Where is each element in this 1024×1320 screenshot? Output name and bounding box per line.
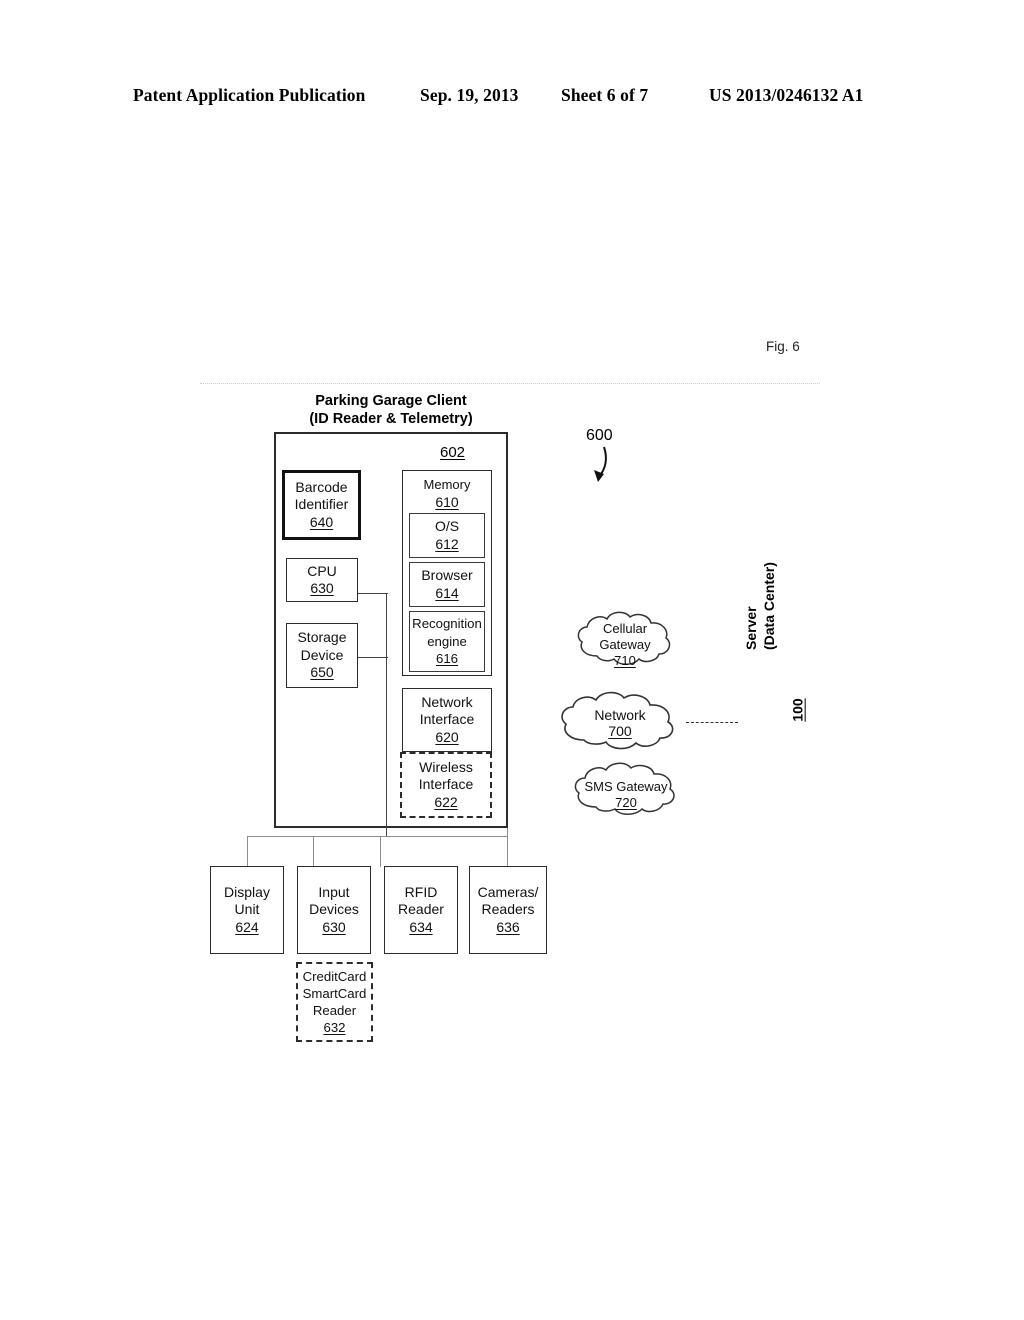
cameras-line2: Readers — [481, 901, 535, 918]
storage-line1: Storage — [297, 629, 347, 646]
cameras-ref: 636 — [496, 918, 520, 935]
display-line2: Unit — [234, 901, 260, 918]
connector-storage-to-bus — [356, 657, 388, 659]
server-line2: (Data Center) — [761, 562, 777, 650]
rfid-line1: RFID — [404, 883, 438, 900]
cloud-sms-gateway: SMS Gateway 720 — [570, 762, 682, 820]
wifi-line2: Interface — [418, 776, 474, 793]
os-line1: O/S — [434, 518, 460, 534]
block-storage-device: Storage Device 650 — [286, 623, 358, 688]
cellular-line1: Cellular — [602, 621, 648, 636]
browser-line1: Browser — [421, 567, 473, 583]
block-network-interface: Network Interface 620 — [402, 688, 492, 752]
input-line2: Devices — [309, 901, 359, 918]
server-line1: Server — [743, 606, 759, 650]
cloud-cellular-gateway: Cellular Gateway 710 — [573, 610, 677, 670]
cardreader-line2: SmartCard — [302, 986, 367, 1001]
recognition-ref: 616 — [435, 651, 458, 667]
recognition-line2: engine — [427, 633, 467, 649]
input-ref: 630 — [322, 918, 346, 935]
storage-ref: 650 — [310, 664, 334, 681]
barcode-line2: Identifier — [294, 496, 349, 513]
server-ref: 100 — [789, 698, 806, 722]
cardreader-line1: CreditCard — [302, 969, 367, 984]
storage-line2: Device — [300, 646, 344, 663]
barcode-line1: Barcode — [295, 478, 348, 495]
block-barcode-identifier: Barcode Identifier 640 — [282, 470, 361, 540]
peripheral-bus-horizontal — [247, 836, 507, 838]
bus-drop-cameras — [507, 828, 509, 867]
block-browser: Browser 614 — [409, 562, 485, 607]
memory-line1: Memory — [423, 477, 471, 492]
bus-drop-display — [247, 836, 249, 867]
display-line1: Display — [224, 883, 270, 900]
wifi-line1: Wireless — [419, 758, 473, 775]
cpu-line1: CPU — [307, 562, 337, 579]
bus-drop-input — [313, 836, 315, 867]
block-input-devices: Input Devices 630 — [297, 866, 371, 954]
connector-cpu-to-bus — [356, 593, 388, 595]
block-display-unit: Display Unit 624 — [210, 866, 284, 954]
recognition-line1: Recognition — [412, 616, 482, 632]
cloud-network: Network 700 — [556, 691, 684, 754]
block-wireless-interface: Wireless Interface 622 — [400, 752, 492, 818]
client-title-line2: (ID Reader & Telemetry) — [309, 411, 473, 427]
wifi-ref: 622 — [434, 793, 458, 810]
container-ref-602: 602 — [440, 444, 466, 461]
block-os: O/S 612 — [409, 513, 485, 558]
cardreader-line3: Reader — [312, 1003, 357, 1018]
cpu-ref: 630 — [310, 580, 334, 596]
client-title-line1: Parking Garage Client — [315, 393, 467, 409]
os-ref: 612 — [435, 535, 459, 552]
netif-line2: Interface — [419, 711, 475, 728]
block-card-reader: CreditCard SmartCard Reader 632 — [296, 962, 373, 1042]
cellular-ref: 710 — [614, 653, 636, 668]
block-cpu: CPU 630 — [286, 558, 358, 602]
memory-ref: 610 — [435, 493, 459, 510]
input-line1: Input — [318, 883, 350, 900]
figure-6-diagram: Parking Garage Client (ID Reader & Telem… — [0, 0, 1024, 1320]
block-recognition-engine: Recognition engine 616 — [409, 611, 485, 672]
system-ref-arrow-icon — [594, 446, 607, 482]
network-ref: 700 — [608, 723, 632, 739]
block-rfid-reader: RFID Reader 634 — [384, 866, 458, 954]
network-line1: Network — [594, 707, 646, 723]
connector-network-to-server — [686, 722, 738, 723]
display-ref: 624 — [235, 918, 259, 935]
sms-ref: 720 — [615, 795, 637, 810]
netif-ref: 620 — [435, 728, 459, 745]
server-label-line2: (Data Center) — [761, 490, 783, 650]
cellular-line2: Gateway — [599, 637, 651, 652]
internal-bus-vertical — [386, 593, 388, 836]
sms-line1: SMS Gateway — [584, 779, 668, 794]
cardreader-ref: 632 — [323, 1020, 346, 1035]
barcode-ref: 640 — [309, 513, 334, 530]
block-cameras-readers: Cameras/ Readers 636 — [469, 866, 547, 954]
browser-ref: 614 — [435, 584, 459, 601]
netif-line1: Network — [421, 693, 473, 710]
rfid-line2: Reader — [398, 901, 444, 918]
cameras-line1: Cameras/ — [477, 883, 539, 900]
bus-drop-rfid — [380, 836, 382, 867]
rfid-ref: 634 — [409, 918, 433, 935]
system-ref-600: 600 — [586, 427, 613, 444]
client-title: Parking Garage Client (ID Reader & Telem… — [274, 392, 508, 428]
